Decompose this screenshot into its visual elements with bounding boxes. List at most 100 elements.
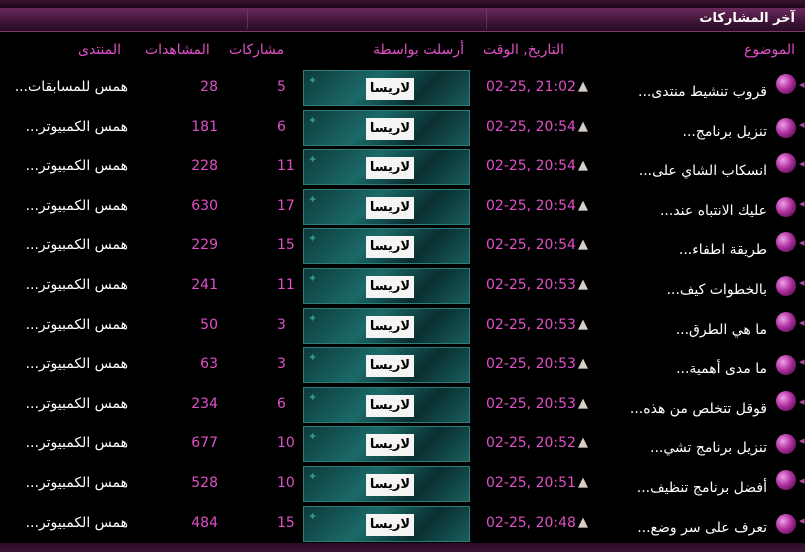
forum-link[interactable]: همس الكمبيوتر... xyxy=(0,515,128,531)
header-divider xyxy=(486,10,487,29)
user-avatar[interactable]: ✦ لاريسا xyxy=(303,505,470,542)
topic-link[interactable]: تنزيل برنامج... xyxy=(683,124,767,140)
sender-name[interactable]: لاريسا xyxy=(366,315,414,338)
header-divider xyxy=(247,10,248,29)
forum-link[interactable]: همس الكمبيوتر... xyxy=(0,198,128,214)
post-date: 02-25, 20:52 xyxy=(486,435,576,452)
topic-link[interactable]: طريقة اطفاء... xyxy=(679,242,767,258)
triangle-up-icon[interactable]: ▲ xyxy=(578,237,588,252)
user-avatar[interactable]: ✦ لاريسا xyxy=(303,347,470,384)
triangle-up-icon[interactable]: ▲ xyxy=(578,435,588,450)
topic-link[interactable]: أفضل برنامج تنظيف... xyxy=(637,480,767,496)
forum-link[interactable]: همس الكمبيوتر... xyxy=(0,317,128,333)
sender-name[interactable]: لاريسا xyxy=(366,474,414,496)
table-row: ◂ تنزيل برنامج تشي... ▲ 02-25, 20:52 ✦ ل… xyxy=(0,426,805,465)
forum-link[interactable]: همس الكمبيوتر... xyxy=(0,356,128,372)
sender-name[interactable]: لاريسا xyxy=(366,513,414,536)
post-count: 11 xyxy=(277,158,295,175)
triangle-up-icon[interactable]: ▲ xyxy=(578,119,588,134)
column-sender[interactable]: أرسلت بواسطة xyxy=(373,42,464,58)
topic-link[interactable]: تعرف على سر وضع... xyxy=(637,520,767,536)
topic-link[interactable]: قوقل تتخلص من هذه... xyxy=(630,401,767,417)
sender-name[interactable]: لاريسا xyxy=(366,196,414,219)
table-row: ◂ قوقل تتخلص من هذه... ▲ 02-25, 20:53 ✦ … xyxy=(0,386,805,426)
purple-orb-icon xyxy=(776,470,796,490)
sender-name[interactable]: لاريسا xyxy=(366,236,414,259)
forum-link[interactable]: همس الكمبيوتر... xyxy=(0,119,128,135)
column-date[interactable]: التاريخ, الوقت xyxy=(483,42,564,58)
topic-link[interactable]: قروب تنشيط منتدى... xyxy=(638,84,767,100)
forum-link[interactable]: همس الكمبيوتر... xyxy=(0,158,128,174)
triangle-up-icon[interactable]: ▲ xyxy=(578,317,588,332)
triangle-up-icon[interactable]: ▲ xyxy=(578,79,588,94)
triangle-up-icon[interactable]: ▲ xyxy=(578,475,588,490)
user-avatar[interactable]: ✦ لاريسا xyxy=(303,70,470,106)
topic-link[interactable]: عليك الانتباه عند... xyxy=(660,203,767,219)
triangle-up-icon[interactable]: ▲ xyxy=(578,158,588,173)
user-avatar[interactable]: ✦ لاريسا xyxy=(303,188,470,225)
topic-link[interactable]: ما مدى أهمية... xyxy=(676,361,767,377)
column-topic[interactable]: الموضوع xyxy=(744,42,795,58)
post-count: 6 xyxy=(277,395,286,412)
purple-orb-icon xyxy=(776,196,796,217)
triangle-up-icon[interactable]: ▲ xyxy=(578,396,588,411)
avatar-logo-icon: ✦ xyxy=(308,74,318,87)
sender-name[interactable]: لاريسا xyxy=(366,276,414,298)
triangle-up-icon[interactable]: ▲ xyxy=(578,198,588,213)
topic-link[interactable]: ما هي الطرق... xyxy=(676,322,767,338)
table-row: ◂ انسكاب الشاي على... ▲ 02-25, 20:54 ✦ ل… xyxy=(0,149,805,188)
topic-link[interactable]: تنزيل برنامج تشي... xyxy=(650,440,767,456)
top-strip xyxy=(0,0,805,8)
column-posts[interactable]: مشاركات xyxy=(229,42,284,58)
user-avatar[interactable]: ✦ لاريسا xyxy=(303,109,470,146)
row-edge-icon: ◂ xyxy=(799,196,805,210)
sender-name[interactable]: لاريسا xyxy=(366,355,414,378)
row-edge-icon: ◂ xyxy=(799,355,805,369)
post-count: 15 xyxy=(277,237,295,254)
avatar-logo-icon: ✦ xyxy=(308,311,318,325)
topic-link[interactable]: انسكاب الشاي على... xyxy=(639,163,767,179)
sender-name[interactable]: لاريسا xyxy=(366,394,414,417)
table-row: ◂ بالخطوات كيف... ▲ 02-25, 20:53 ✦ لاريس… xyxy=(0,268,805,307)
user-avatar[interactable]: ✦ لاريسا xyxy=(303,307,470,344)
user-avatar[interactable]: ✦ لاريسا xyxy=(303,386,470,423)
forum-link[interactable]: همس الكمبيوتر... xyxy=(0,475,128,491)
column-views[interactable]: المشاهدات xyxy=(145,42,210,58)
row-edge-icon: ◂ xyxy=(799,78,805,91)
post-date: 02-25, 20:53 xyxy=(486,356,576,373)
row-edge-icon: ◂ xyxy=(799,315,805,329)
table-row: ◂ طريقة اطفاء... ▲ 02-25, 20:54 ✦ لاريسا… xyxy=(0,228,805,267)
sender-name[interactable]: لاريسا xyxy=(366,78,414,100)
topic-link[interactable]: بالخطوات كيف... xyxy=(667,282,767,298)
purple-orb-icon xyxy=(776,74,796,94)
view-count: 181 xyxy=(191,118,218,135)
user-avatar[interactable]: ✦ لاريسا xyxy=(303,426,470,463)
forum-link[interactable]: همس الكمبيوتر... xyxy=(0,277,128,293)
user-avatar[interactable]: ✦ لاريسا xyxy=(303,149,470,186)
triangle-up-icon[interactable]: ▲ xyxy=(578,515,588,530)
post-date: 02-25, 20:54 xyxy=(486,158,576,175)
forum-link[interactable]: همس الكمبيوتر... xyxy=(0,396,128,412)
sender-name[interactable]: لاريسا xyxy=(366,117,414,140)
avatar-logo-icon: ✦ xyxy=(308,153,318,167)
avatar-logo-icon: ✦ xyxy=(308,509,318,523)
purple-orb-icon xyxy=(776,390,796,411)
user-avatar[interactable]: ✦ لاريسا xyxy=(303,228,470,265)
triangle-up-icon[interactable]: ▲ xyxy=(578,356,588,371)
row-edge-icon: ◂ xyxy=(799,474,805,487)
sender-name[interactable]: لاريسا xyxy=(366,434,414,457)
post-count: 17 xyxy=(277,197,295,214)
forum-link[interactable]: همس الكمبيوتر... xyxy=(0,435,128,451)
triangle-up-icon[interactable]: ▲ xyxy=(578,277,588,292)
forum-link[interactable]: همس للمسابقات... xyxy=(0,79,128,95)
avatar-logo-icon: ✦ xyxy=(308,390,318,404)
purple-orb-icon xyxy=(776,513,796,534)
column-forum[interactable]: المنتدى xyxy=(78,42,121,58)
user-avatar[interactable]: ✦ لاريسا xyxy=(303,268,470,304)
view-count: 63 xyxy=(200,356,218,373)
sender-name[interactable]: لاريسا xyxy=(366,157,414,180)
post-date: 02-25, 21:02 xyxy=(486,79,576,95)
user-avatar[interactable]: ✦ لاريسا xyxy=(303,466,470,502)
avatar-logo-icon: ✦ xyxy=(308,470,318,483)
forum-link[interactable]: همس الكمبيوتر... xyxy=(0,237,128,253)
